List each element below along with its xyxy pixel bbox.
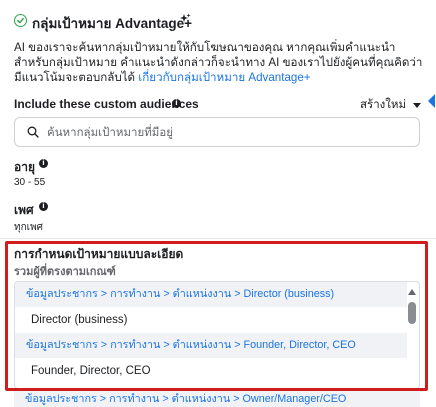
check-circle-icon	[14, 14, 27, 27]
sparkle-icon	[180, 13, 191, 22]
about-advantage-audience-link[interactable]: เกี่ยวกับกลุ่มเป้าหมาย Advantage+	[138, 71, 310, 84]
age-label: อายุ	[14, 160, 35, 174]
custom-audiences-label: Include these custom audiences	[14, 97, 199, 111]
info-icon[interactable]: i	[172, 99, 181, 108]
search-icon	[27, 126, 39, 138]
targeting-path[interactable]: ข้อมูลประชากร > การทำงาน > ตำแหน่งงาน > …	[14, 391, 420, 407]
chevron-down-icon	[413, 102, 422, 108]
info-icon[interactable]: i	[39, 159, 48, 168]
custom-audiences-label-text: Include these custom audiences	[14, 97, 199, 111]
highlight-box	[5, 241, 428, 391]
gender-label: เพศ	[14, 203, 34, 217]
divider	[0, 238, 436, 239]
search-input[interactable]	[45, 118, 409, 148]
section-description: AI ของเราจะค้นหากลุ่มเป้าหมายให้กับโฆษณา…	[14, 40, 428, 85]
create-new-dropdown[interactable]: สร้างใหม่	[360, 96, 422, 114]
info-icon[interactable]: i	[39, 202, 48, 211]
create-new-label: สร้างใหม่	[360, 99, 407, 111]
section-title: กลุ่มเป้าหมาย Advantage+	[32, 16, 193, 31]
age-value: 30 - 55	[14, 177, 46, 188]
side-panel-arrow-icon	[428, 94, 435, 108]
gender-value: ทุกเพศ	[14, 222, 44, 233]
custom-audience-search[interactable]	[14, 117, 420, 148]
